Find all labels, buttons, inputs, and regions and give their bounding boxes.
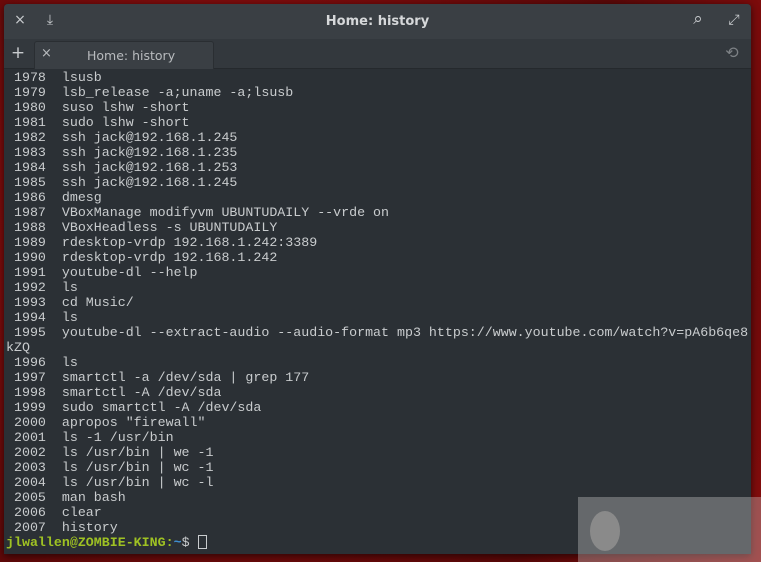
prompt-separator: : [165,535,174,550]
history-line: 1990 rdesktop-vrdp 192.168.1.242 [6,250,278,265]
tab-label: Home: history [87,48,176,63]
history-line: 1991 youtube-dl --help [6,265,198,280]
window-title: Home: history [325,14,430,29]
history-line: 1994 ls [6,310,78,325]
terminal-output[interactable]: 1978 lsusb 1979 lsb_release -a;uname -a;… [6,70,751,550]
history-line: 1995 youtube-dl --extract-audio --audio-… [6,325,749,340]
history-line: 1980 suso lshw -short [6,100,190,115]
history-icon[interactable]: ⟲ [722,43,742,62]
history-line: 2001 ls -1 /usr/bin [6,430,174,445]
history-line: 1998 smartctl -A /dev/sda [6,385,222,400]
cursor [197,535,207,549]
history-line: 1989 rdesktop-vrdp 192.168.1.242:3389 [6,235,318,250]
history-line: kZQ [6,340,30,355]
history-line: 1978 lsusb [6,70,102,85]
history-line: 1985 ssh jack@192.168.1.245 [6,175,238,190]
search-icon[interactable]: ⌕ [688,9,708,29]
history-line: 1982 ssh jack@192.168.1.245 [6,130,238,145]
history-line: 1986 dmesg [6,190,102,205]
tab-close-icon[interactable]: × [41,46,52,61]
new-tab-button[interactable]: + [8,43,28,63]
history-line: 1993 cd Music/ [6,295,134,310]
history-line: 1988 VBoxHeadless -s UBUNTUDAILY [6,220,278,235]
history-line: 1999 sudo smartctl -A /dev/sda [6,400,262,415]
history-line: 1983 ssh jack@192.168.1.235 [6,145,238,160]
history-line: 1981 sudo lshw -short [6,115,190,130]
terminal-window: × ⤓ Home: history ⌕ ⤢ + × Home: history … [4,4,751,554]
mascot-icon [590,511,620,551]
history-line: 1979 lsb_release -a;uname -a;lsusb [6,85,294,100]
history-line: 2004 ls /usr/bin | wc -l [6,475,214,490]
prompt-path: ~ [173,535,182,550]
history-line: 1996 ls [6,355,78,370]
watermark-thumbnail [578,497,761,562]
history-line: 2002 ls /usr/bin | we -1 [6,445,214,460]
history-line: 1984 ssh jack@192.168.1.253 [6,160,238,175]
prompt-user: jlwallen@ZOMBIE-KING [6,535,166,550]
history-line: 2000 apropos "firewall" [6,415,206,430]
prompt-symbol: $ [181,535,198,550]
tab-home-history[interactable]: × Home: history [34,41,214,69]
titlebar: × ⤓ Home: history ⌕ ⤢ [4,4,751,39]
fullscreen-icon[interactable]: ⤢ [724,12,744,28]
tab-bar: + × Home: history ⟲ [4,39,751,69]
history-line: 1997 smartctl -a /dev/sda | grep 177 [6,370,310,385]
history-line: 1987 VBoxManage modifyvm UBUNTUDAILY --v… [6,205,390,220]
history-line: 2003 ls /usr/bin | wc -1 [6,460,214,475]
history-line: 1992 ls [6,280,78,295]
